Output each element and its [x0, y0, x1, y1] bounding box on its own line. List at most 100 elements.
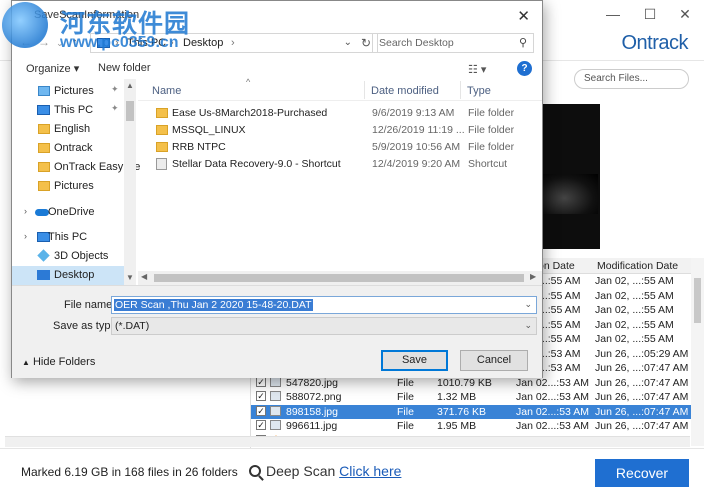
refresh-icon[interactable]: ↻ — [361, 36, 371, 50]
sidebar-item[interactable]: This PC ✦ — [12, 101, 124, 120]
file-date: 9/6/2019 9:13 AM — [372, 107, 455, 119]
view-options-icon[interactable]: ☷ ▾ — [468, 63, 486, 76]
cloud-icon — [35, 209, 49, 216]
pin-icon[interactable]: ✦ — [111, 84, 119, 95]
close-window-button[interactable]: ✕ — [670, 6, 700, 26]
search-icon — [249, 465, 261, 477]
cell-date: ...:53 AM — [539, 347, 581, 360]
scroll-up-icon[interactable]: ▲ — [126, 81, 134, 90]
chevron-down-icon[interactable]: ⌄ — [344, 37, 352, 48]
search-files-input[interactable]: Search Files... — [574, 69, 689, 89]
scroll-right-icon[interactable]: ▶ — [530, 272, 536, 281]
column-separator[interactable] — [364, 81, 365, 99]
sidebar-item[interactable]: English — [12, 120, 124, 139]
file-browser: Name ^ Date modified Type Ease Us-8March… — [138, 77, 542, 285]
table-row[interactable]: ✓ 996611.jpg File 1.95 MB Jan 02...:53 AM Jun… — [251, 419, 691, 434]
header-modification-date[interactable]: Modification Date — [597, 260, 678, 272]
folder-icon — [38, 143, 50, 153]
cancel-button[interactable]: Cancel — [460, 350, 528, 371]
scroll-down-icon[interactable]: ▼ — [126, 273, 134, 282]
navigation-scrollbar[interactable]: ▲ ▼ — [124, 79, 136, 285]
column-type[interactable]: Type — [467, 85, 491, 97]
save-as-type-select[interactable]: (*.DAT) ⌄ — [111, 317, 537, 335]
file-type: Shortcut — [468, 158, 508, 170]
sidebar-item[interactable]: › This PC — [12, 228, 124, 247]
chevron-right-icon[interactable]: › — [24, 206, 27, 216]
cell-date: ...:53 AM — [539, 362, 581, 374]
cell-name: 996611.jpg — [286, 420, 338, 432]
cell-date: ...:55 AM — [539, 275, 581, 287]
list-item[interactable]: Ease Us-8March2018-Purchased 9/6/2019 9:1… — [138, 105, 542, 122]
sidebar-item[interactable]: Desktop — [12, 266, 124, 285]
cell-modified: Jun 26, ...:07:47 AM — [595, 420, 689, 432]
dialog-close-button[interactable]: ✕ — [517, 7, 530, 25]
image-file-icon — [270, 391, 281, 401]
file-name-input[interactable]: OER Scan ,Thu Jan 2 2020 15-48-20.DAT ⌄ — [111, 296, 537, 314]
sidebar-item[interactable]: 3D Objects — [12, 247, 124, 266]
deep-scan-area: Deep Scan Click here — [249, 463, 401, 479]
row-checkbox[interactable]: ✓ — [256, 391, 266, 401]
file-date: 5/9/2019 10:56 AM — [372, 141, 461, 153]
cell-name: 588072.png — [286, 391, 342, 403]
row-checkbox[interactable]: ✓ — [256, 376, 266, 387]
row-checkbox[interactable]: ✓ — [256, 405, 266, 416]
row-checkbox[interactable]: ✓ — [256, 420, 266, 430]
sidebar-item[interactable]: › OneDrive — [12, 203, 124, 222]
list-item[interactable]: RRB NTPC 5/9/2019 10:56 AM File folder — [138, 139, 542, 156]
cell-date: ...:55 AM — [539, 289, 581, 302]
column-separator[interactable] — [460, 81, 461, 99]
address-separator: › — [231, 37, 235, 49]
cell-modified: Jun 26, ...:07:47 AM — [595, 391, 689, 403]
pin-icon[interactable]: ✦ — [111, 103, 119, 114]
list-item[interactable]: MSSQL_LINUX 12/26/2019 11:19 ... File fold… — [138, 122, 542, 139]
table-row[interactable]: ✓ 898158.jpg File 371.76 KB Jan 02...:53 AM J… — [251, 404, 691, 419]
scroll-left-icon[interactable]: ◀ — [141, 272, 147, 281]
cell-size: 1.32 MB — [437, 391, 477, 403]
table-row[interactable]: ✓ 588072.png File 1.32 MB Jan 02...:53 AM Jun… — [251, 390, 691, 405]
cell-date: Jan 02...:53 AM — [516, 405, 589, 418]
help-icon[interactable]: ? — [517, 61, 532, 76]
scroll-thumb[interactable] — [126, 101, 134, 121]
pc-icon — [37, 105, 50, 115]
file-name-label: File name: — [64, 299, 116, 311]
scroll-thumb[interactable] — [154, 274, 524, 282]
cell-size: 371.76 KB — [437, 405, 487, 418]
cell-modified: Jan 02, ...:55 AM — [595, 333, 674, 345]
search-desktop-input[interactable]: Search Desktop ⚲ — [372, 33, 534, 53]
sidebar-item-label: OneDrive — [48, 206, 95, 218]
file-type: File folder — [468, 124, 515, 136]
minimize-button[interactable]: — — [598, 6, 628, 26]
hide-folders-toggle[interactable]: ▲ Hide Folders — [22, 356, 95, 368]
cell-date: Jan 02...:53 AM — [516, 391, 589, 403]
recover-button[interactable]: Recover — [595, 459, 689, 487]
sidebar-item[interactable]: OnTrack Easy Re — [12, 158, 140, 177]
sidebar-item[interactable]: Pictures — [12, 177, 124, 196]
cell-date: Jan 02...:53 AM — [516, 376, 589, 389]
file-list-scrollbar[interactable] — [691, 258, 704, 446]
folder-icon — [38, 124, 50, 134]
new-folder-button[interactable]: New folder — [98, 62, 151, 74]
chevron-right-icon[interactable]: › — [24, 231, 27, 241]
scroll-thumb[interactable] — [694, 278, 701, 323]
header-date[interactable]: on Date — [538, 260, 575, 272]
save-button[interactable]: Save — [381, 350, 448, 371]
horizontal-scrollbar[interactable] — [5, 436, 690, 447]
hide-folders-label: Hide Folders — [32, 356, 96, 368]
organize-button[interactable]: Organize ▾ — [26, 62, 79, 75]
cell-name: 898158.jpg — [286, 405, 338, 418]
column-name[interactable]: Name — [152, 85, 181, 97]
sidebar-item-label: Pictures — [54, 180, 94, 192]
deep-scan-link[interactable]: Click here — [339, 463, 401, 479]
watermark-url: www.pc0359.cn — [60, 34, 179, 51]
chevron-down-icon[interactable]: ⌄ — [524, 299, 532, 310]
chevron-down-icon[interactable]: ⌄ — [524, 320, 532, 331]
file-browser-hscrollbar[interactable]: ◀ ▶ — [138, 271, 542, 285]
list-item[interactable]: Stellar Data Recovery-9.0 - Shortcut 12/4… — [138, 156, 542, 173]
file-date: 12/26/2019 11:19 ... — [372, 124, 465, 136]
column-date-modified[interactable]: Date modified — [371, 85, 439, 97]
file-name-value: OER Scan ,Thu Jan 2 2020 15-48-20.DAT — [114, 299, 313, 311]
sidebar-item[interactable]: Ontrack — [12, 139, 124, 158]
sidebar-item[interactable]: Pictures ✦ — [12, 82, 124, 101]
maximize-button[interactable]: ☐ — [635, 6, 665, 26]
cell-modified: Jun 26, ...:07:47 AM — [595, 405, 689, 418]
